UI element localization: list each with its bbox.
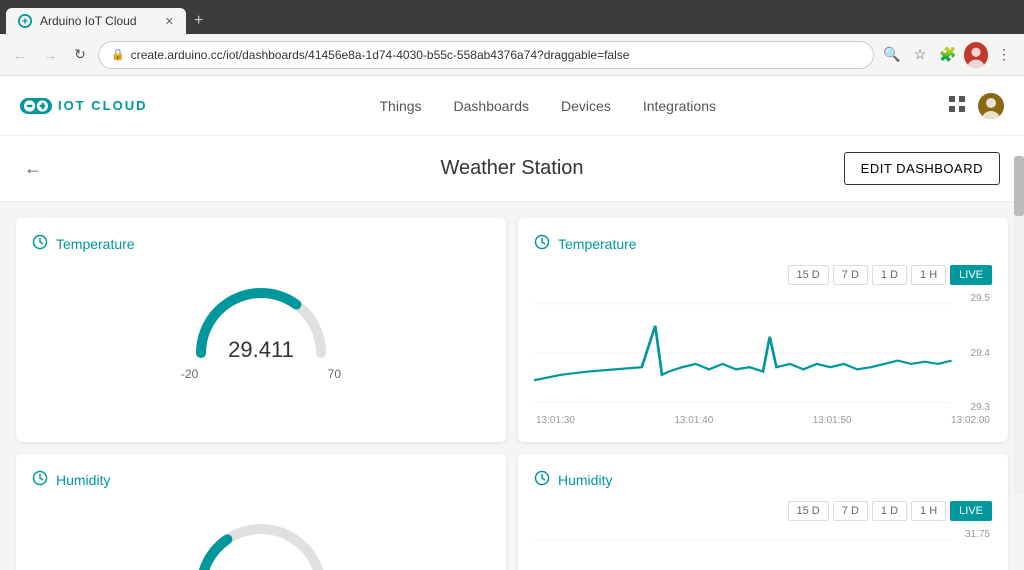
logo-text: IOT CLOUD — [58, 98, 148, 113]
profile-avatar — [964, 42, 988, 68]
temperature-chart-title: Temperature — [558, 236, 637, 252]
bookmark-icon[interactable]: ☆ — [908, 43, 932, 67]
temperature-chart-controls: 15 D 7 D 1 D 1 H LIVE — [534, 265, 992, 285]
temperature-gauge-visual: 29.411 — [181, 273, 341, 363]
page-title: Weather Station — [440, 157, 583, 180]
nav-dashboards[interactable]: Dashboards — [454, 98, 530, 114]
temperature-chart-svg — [534, 293, 992, 413]
hum-filter-7d[interactable]: 7 D — [833, 501, 868, 521]
hum-filter-1h[interactable]: 1 H — [911, 501, 946, 521]
search-icon[interactable]: 🔍 — [880, 43, 904, 67]
filter-1d[interactable]: 1 D — [872, 265, 907, 285]
temperature-gauge-title: Temperature — [56, 236, 135, 252]
tab-favicon — [18, 14, 32, 28]
edit-dashboard-button[interactable]: EDIT DASHBOARD — [844, 152, 1000, 185]
y-label-bottom: 29.3 — [971, 402, 990, 413]
app-container: IOT CLOUD Things Dashboards Devices Inte… — [0, 76, 1024, 570]
toolbar-icons: 🔍 ☆ 🧩 ⋮ — [880, 43, 1016, 67]
hum-filter-1d[interactable]: 1 D — [872, 501, 907, 521]
scrollbar-track[interactable] — [1014, 156, 1024, 494]
url-text: create.arduino.cc/iot/dashboards/41456e8… — [131, 48, 630, 62]
history-icon-3 — [32, 470, 48, 489]
browser-window: Arduino IoT Cloud ✕ + ← → ↻ 🔒 create.ard… — [0, 0, 1024, 76]
y-label-mid: 29.4 — [971, 348, 990, 359]
nav-devices[interactable]: Devices — [561, 98, 611, 114]
arduino-logo[interactable]: IOT CLOUD — [20, 90, 148, 122]
tab-bar: Arduino IoT Cloud ✕ + — [0, 0, 1024, 34]
temperature-gauge-container: 29.411 -20 70 — [32, 265, 490, 389]
humidity-gauge-visual: 31.21% — [181, 509, 341, 570]
address-bar[interactable]: 🔒 create.arduino.cc/iot/dashboards/41456… — [98, 41, 874, 69]
x-label-2: 13:01:50 — [813, 415, 852, 426]
temperature-y-axis: 29.5 29.4 29.3 — [969, 293, 992, 413]
filter-live[interactable]: LIVE — [950, 265, 992, 285]
temperature-chart-area: 29.5 29.4 29.3 — [534, 293, 992, 413]
humidity-chart-svg — [534, 529, 992, 570]
active-tab[interactable]: Arduino IoT Cloud ✕ — [6, 8, 186, 34]
app-nav: IOT CLOUD Things Dashboards Devices Inte… — [0, 76, 1024, 136]
back-button[interactable]: ← — [24, 158, 42, 179]
hum-y-label-top: 31.75 — [965, 529, 990, 540]
nav-things[interactable]: Things — [380, 98, 422, 114]
temperature-gauge-labels: -20 70 — [181, 367, 341, 381]
tab-close-button[interactable]: ✕ — [165, 15, 174, 28]
hum-filter-live[interactable]: LIVE — [950, 501, 992, 521]
nav-integrations[interactable]: Integrations — [643, 98, 716, 114]
x-label-3: 13:02:00 — [951, 415, 990, 426]
x-label-1: 13:01:40 — [674, 415, 713, 426]
menu-icon[interactable]: ⋮ — [992, 43, 1016, 67]
tab-title: Arduino IoT Cloud — [40, 14, 137, 28]
temperature-max-label: 70 — [328, 367, 341, 381]
humidity-y-axis: 31.75 31.5 31.25 — [963, 529, 992, 570]
humidity-gauge-container: 31.21% 0 100 — [32, 501, 490, 570]
dashboard-grid: Temperature 29.411 -20 70 — [0, 202, 1024, 570]
grid-icon[interactable] — [948, 95, 966, 116]
hum-filter-15d[interactable]: 15 D — [788, 501, 829, 521]
scrollbar-thumb[interactable] — [1014, 156, 1024, 216]
extensions-icon[interactable]: 🧩 — [936, 43, 960, 67]
history-icon-2 — [534, 234, 550, 253]
humidity-gauge-title: Humidity — [56, 472, 110, 488]
user-avatar[interactable] — [978, 93, 1004, 119]
humidity-gauge-header: Humidity — [32, 470, 490, 489]
temperature-x-axis: 13:01:30 13:01:40 13:01:50 13:02:00 — [534, 415, 992, 426]
temperature-chart-header: Temperature — [534, 234, 992, 253]
history-icon-4 — [534, 470, 550, 489]
humidity-chart-controls: 15 D 7 D 1 D 1 H LIVE — [534, 501, 992, 521]
humidity-time-filters: 15 D 7 D 1 D 1 H LIVE — [788, 501, 992, 521]
temperature-time-filters: 15 D 7 D 1 D 1 H LIVE — [788, 265, 992, 285]
arduino-logo-icon — [20, 90, 52, 122]
profile-button[interactable] — [964, 43, 988, 67]
history-icon-1 — [32, 234, 48, 253]
new-tab-button[interactable]: + — [186, 8, 211, 34]
back-button[interactable]: ← — [8, 43, 32, 67]
humidity-gauge-svg — [181, 509, 341, 570]
x-label-0: 13:01:30 — [536, 415, 575, 426]
humidity-chart-header: Humidity — [534, 470, 992, 489]
temperature-min-label: -20 — [181, 367, 198, 381]
humidity-gauge-widget: Humidity 31.21% 0 100 — [16, 454, 506, 570]
humidity-chart-widget: Humidity 15 D 7 D 1 D 1 H LIVE — [518, 454, 1008, 570]
humidity-chart-title: Humidity — [558, 472, 612, 488]
forward-button[interactable]: → — [38, 43, 62, 67]
filter-15d[interactable]: 15 D — [788, 265, 829, 285]
y-label-top: 29.5 — [971, 293, 990, 304]
temperature-gauge-widget: Temperature 29.411 -20 70 — [16, 218, 506, 442]
temperature-chart-widget: Temperature 15 D 7 D 1 D 1 H LIVE — [518, 218, 1008, 442]
temperature-gauge-value: 29.411 — [228, 337, 294, 363]
nav-links: Things Dashboards Devices Integrations — [380, 98, 717, 114]
filter-1h[interactable]: 1 H — [911, 265, 946, 285]
humidity-chart-area: 31.75 31.5 31.25 — [534, 529, 992, 570]
browser-toolbar: ← → ↻ 🔒 create.arduino.cc/iot/dashboards… — [0, 34, 1024, 76]
page-header: ← Weather Station EDIT DASHBOARD — [0, 136, 1024, 202]
filter-7d[interactable]: 7 D — [833, 265, 868, 285]
nav-right — [948, 93, 1004, 119]
temperature-gauge-header: Temperature — [32, 234, 490, 253]
refresh-button[interactable]: ↻ — [68, 43, 92, 67]
lock-icon: 🔒 — [111, 48, 125, 61]
